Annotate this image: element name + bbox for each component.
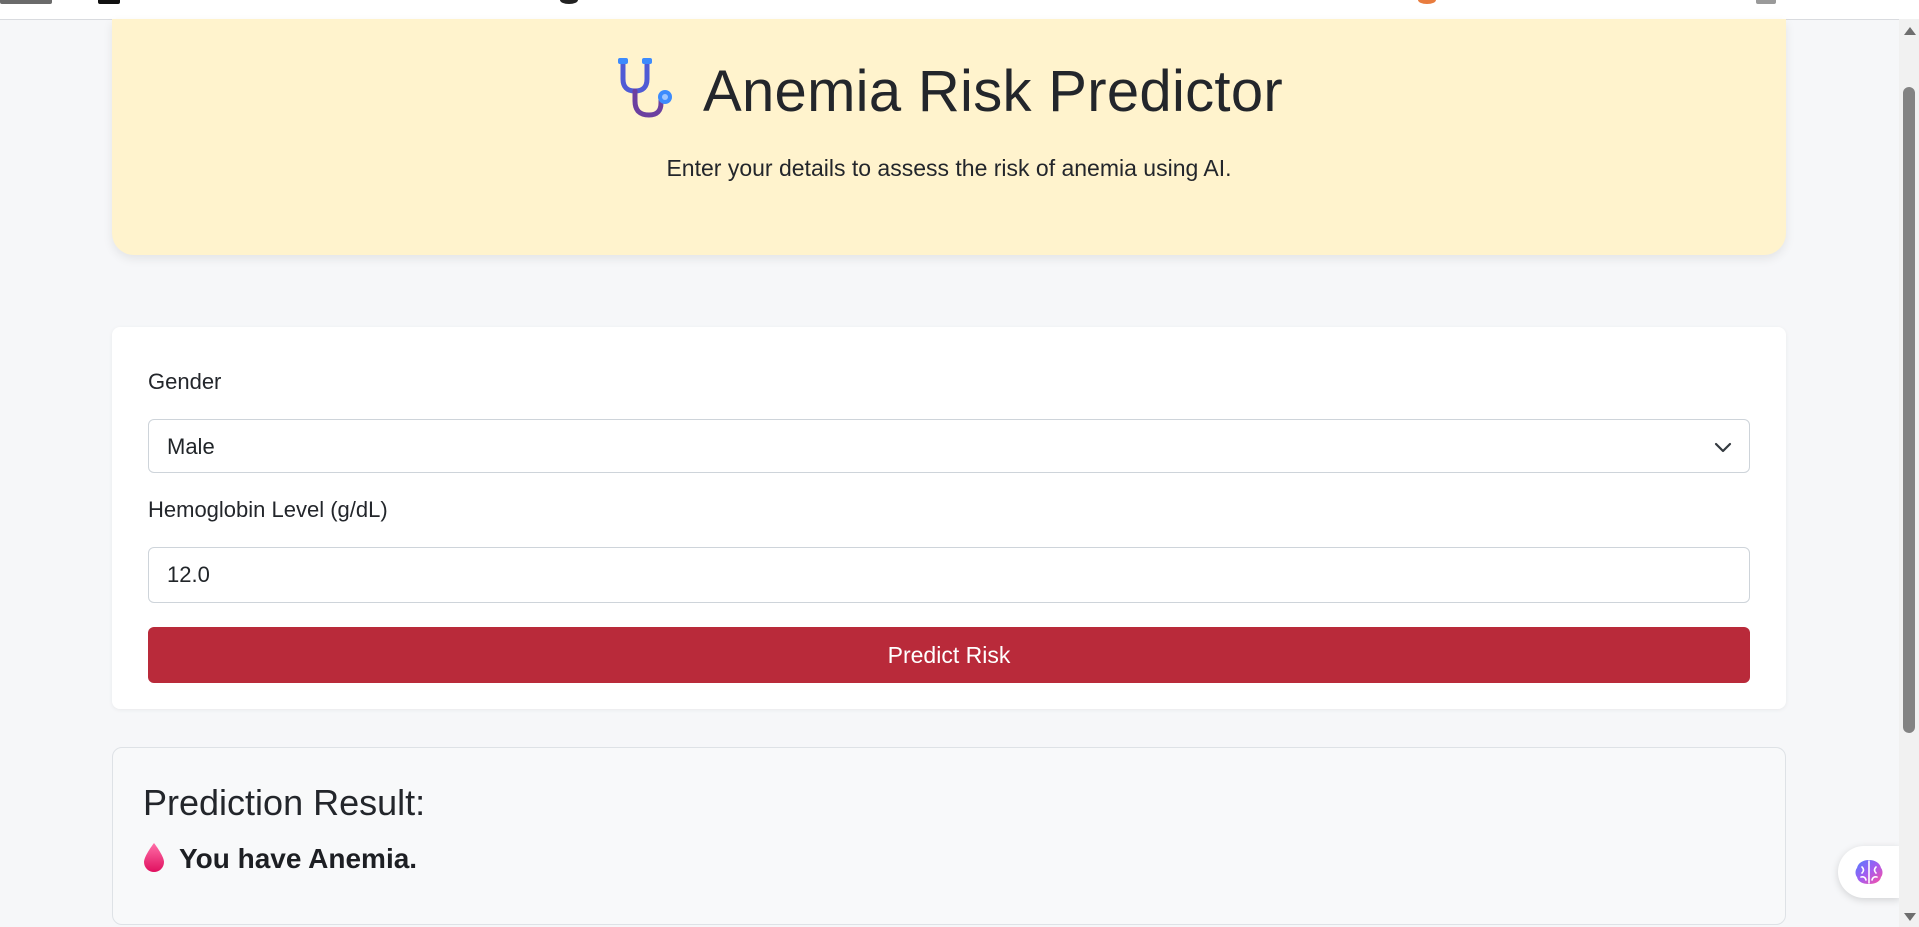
bookmark-fragment[interactable]: [0, 0, 52, 4]
hemoglobin-input[interactable]: [149, 548, 1749, 602]
result-message: You have Anemia.: [179, 843, 418, 874]
chevron-down-icon: [1714, 442, 1732, 453]
bookmark-bar: [0, 0, 1919, 20]
hemoglobin-label: Hemoglobin Level (g/dL): [148, 497, 388, 522]
page-content: Anemia Risk Predictor Enter your details…: [0, 19, 1900, 927]
scroll-up-arrow-icon[interactable]: [1904, 27, 1916, 35]
predict-risk-button[interactable]: Predict Risk: [148, 627, 1750, 683]
header-banner: Anemia Risk Predictor Enter your details…: [112, 19, 1786, 255]
brain-icon: [1855, 860, 1883, 884]
page-title-row: Anemia Risk Predictor: [112, 57, 1786, 125]
bookmark-fragment[interactable]: [1418, 0, 1436, 4]
stethoscope-icon: [617, 58, 672, 118]
vertical-scrollbar[interactable]: [1899, 19, 1919, 927]
page-subtitle: Enter your details to assess the risk of…: [666, 155, 1232, 181]
gender-label: Gender: [148, 369, 222, 394]
bookmark-fragment[interactable]: [560, 0, 578, 4]
gender-select-value: Male: [167, 434, 215, 459]
bookmark-fragment[interactable]: [98, 0, 120, 4]
scroll-down-arrow-icon[interactable]: [1904, 913, 1916, 921]
blood-drop-icon: [144, 843, 164, 872]
result-heading: Prediction Result:: [143, 782, 426, 823]
assistant-widget-button[interactable]: [1838, 846, 1900, 898]
page-title: Anemia Risk Predictor: [702, 59, 1284, 124]
gender-select[interactable]: Male: [148, 419, 1750, 473]
result-panel: Prediction Result: You have Anemia.: [112, 747, 1786, 925]
bookmark-fragment[interactable]: [1756, 0, 1776, 4]
result-message-row: You have Anemia.: [143, 842, 417, 875]
hemoglobin-field-wrapper: [148, 547, 1750, 603]
scrollbar-thumb[interactable]: [1903, 87, 1915, 733]
prediction-form: Gender Male Hemoglobin Level (g/dL) Pred…: [112, 327, 1786, 709]
